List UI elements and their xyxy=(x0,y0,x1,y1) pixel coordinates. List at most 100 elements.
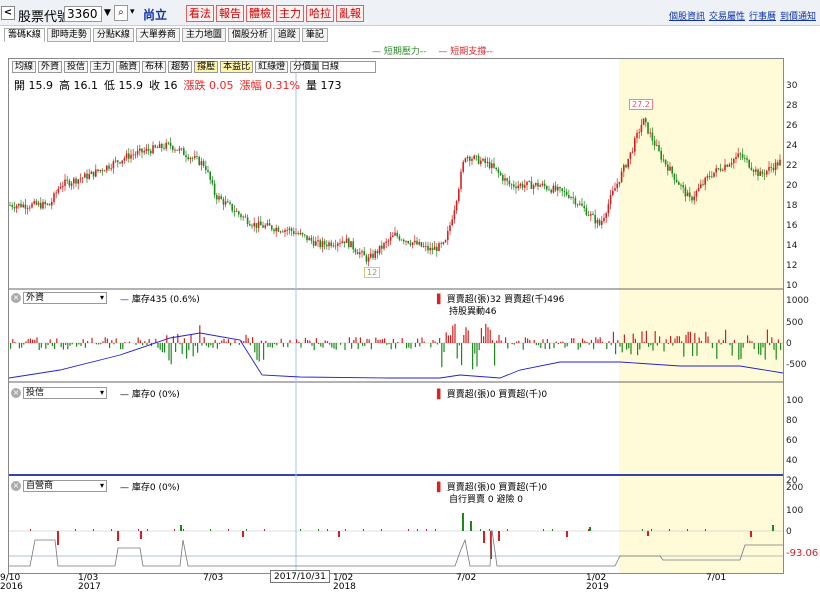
dealer-bar xyxy=(30,529,31,531)
candle-body xyxy=(249,224,251,226)
candle-body xyxy=(156,147,159,149)
panel1-tick: 500 xyxy=(786,318,804,328)
candle-body xyxy=(224,201,227,205)
traffic-light-button[interactable]: 紅綠燈 xyxy=(255,61,289,73)
candle-body xyxy=(277,227,280,232)
foreign-bar xyxy=(219,343,221,345)
candle-body xyxy=(86,173,88,179)
candle-body xyxy=(271,225,273,230)
candle-body xyxy=(55,192,57,194)
close-icon[interactable]: × xyxy=(11,293,21,303)
foreign-bar xyxy=(557,343,559,345)
candle-body xyxy=(209,171,211,180)
foreign-bar xyxy=(201,343,203,346)
candle-body xyxy=(165,142,167,149)
pe-button[interactable]: 本益比 xyxy=(220,61,254,73)
foreign-bar xyxy=(120,343,122,350)
candle-body xyxy=(70,183,73,186)
candle-body xyxy=(506,178,508,181)
candle-body xyxy=(68,180,71,186)
candle-body xyxy=(59,186,62,189)
trust-button[interactable]: 投信 xyxy=(64,61,89,73)
candle-body xyxy=(759,171,761,176)
foreign-bar xyxy=(333,343,335,349)
candle-body xyxy=(592,213,594,215)
price-tick: 20 xyxy=(786,181,798,191)
candle-body xyxy=(218,196,220,200)
period-select[interactable]: 日線 xyxy=(318,61,376,73)
candle-body xyxy=(361,251,363,253)
foreign-bar xyxy=(128,341,130,343)
force-button[interactable]: 主力 xyxy=(90,61,115,73)
close-icon[interactable]: × xyxy=(11,388,21,398)
candle-body xyxy=(200,161,203,165)
candle-body xyxy=(757,169,759,176)
foreign-bar xyxy=(729,343,731,346)
foreign-bar xyxy=(491,340,493,343)
foreign-bar xyxy=(179,343,181,345)
candle-body xyxy=(627,158,629,168)
candle-body xyxy=(416,240,418,245)
foreign-bar xyxy=(758,343,760,355)
support-resist-button[interactable]: 撐壓 xyxy=(194,61,219,73)
panel1-select[interactable]: 外資 xyxy=(23,292,107,304)
margin-button[interactable]: 融資 xyxy=(116,61,141,73)
candle-body xyxy=(590,213,592,216)
foreign-bar xyxy=(36,337,38,343)
candle-body xyxy=(103,170,106,172)
foreign-bar xyxy=(571,338,573,343)
candle-body xyxy=(95,169,97,177)
foreign-bar xyxy=(271,343,273,348)
dealer-bar xyxy=(246,529,247,531)
candle-body xyxy=(572,197,574,199)
candle-body xyxy=(297,233,299,235)
bollinger-button[interactable]: 布林 xyxy=(142,61,167,73)
candle-body xyxy=(697,187,700,191)
candle-body xyxy=(315,241,317,246)
candle-body xyxy=(279,231,282,233)
dealer-bar xyxy=(111,529,112,531)
candle-body xyxy=(396,232,398,237)
candle-body xyxy=(528,181,530,183)
dealer-bar xyxy=(435,529,436,531)
candle-body xyxy=(418,242,420,245)
candle-body xyxy=(473,155,475,159)
foreign-bar xyxy=(753,343,755,350)
candle-body xyxy=(702,184,704,186)
candle-body xyxy=(704,177,706,185)
candle-body xyxy=(649,132,651,134)
candle-body xyxy=(422,246,425,247)
panel2-select[interactable]: 投信 xyxy=(23,387,107,399)
candle-body xyxy=(684,187,687,197)
foreign-bar xyxy=(456,343,458,359)
foreign-bar xyxy=(245,334,247,343)
trend-button[interactable]: 趨勢 xyxy=(168,61,193,73)
candle-body xyxy=(651,132,654,141)
foreign-bar xyxy=(430,343,432,348)
candle-body xyxy=(275,227,277,232)
foreign-bar xyxy=(522,343,524,350)
foreign-button[interactable]: 外資 xyxy=(38,61,63,73)
foreign-bar xyxy=(199,325,201,343)
foreign-bar xyxy=(549,343,551,350)
panel3-select[interactable]: 自營商 xyxy=(23,480,107,492)
candle-body xyxy=(440,243,442,244)
foreign-bar xyxy=(221,340,223,343)
candle-body xyxy=(532,185,535,189)
price-change: 漲跌 0.05 xyxy=(183,79,234,92)
foreign-bar xyxy=(586,341,588,343)
candle-body xyxy=(779,159,781,166)
close-icon[interactable]: × xyxy=(11,481,21,491)
foreign-bar xyxy=(392,339,394,343)
candle-body xyxy=(139,148,141,151)
candle-body xyxy=(196,156,198,157)
candle-body xyxy=(484,158,486,164)
foreign-bar xyxy=(359,337,361,343)
dealer-bar xyxy=(651,529,652,531)
candle-body xyxy=(433,246,436,251)
ma-button[interactable]: 均線 xyxy=(12,61,37,73)
foreign-bar xyxy=(82,339,84,343)
candle-body xyxy=(317,240,319,242)
foreign-bar xyxy=(535,343,537,346)
x-tick-year: 2017 xyxy=(78,582,101,592)
